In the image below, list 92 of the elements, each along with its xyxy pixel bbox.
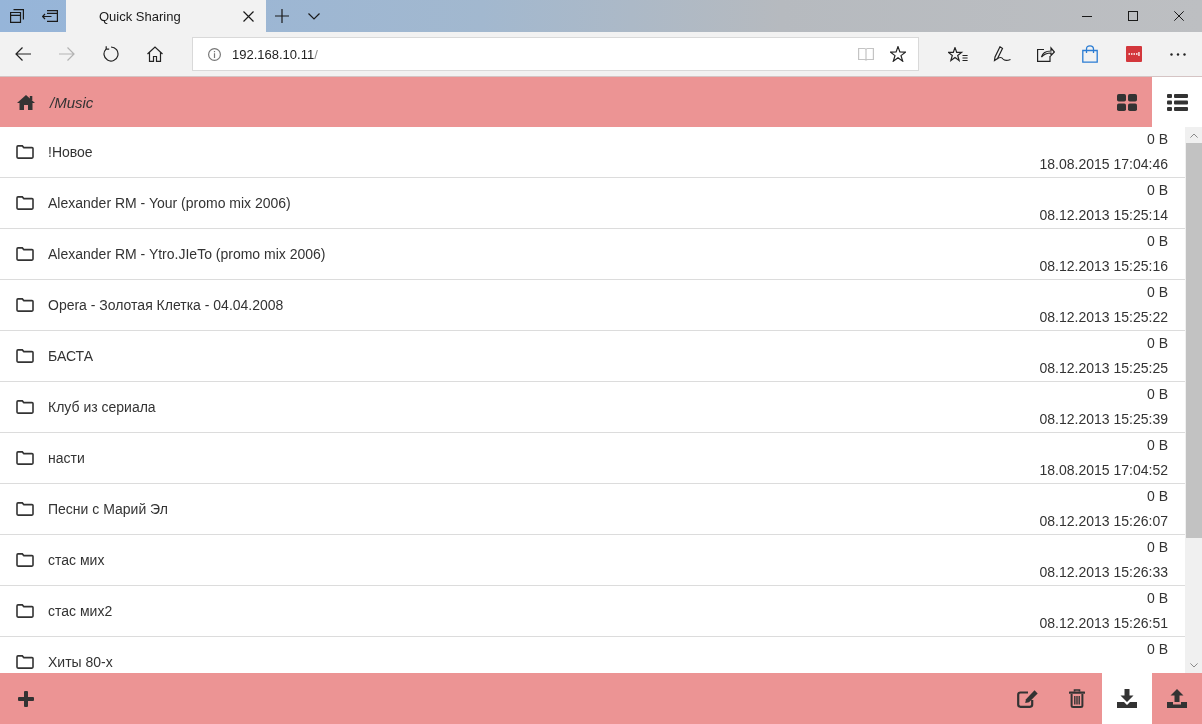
trash-icon xyxy=(1069,689,1085,708)
file-size: 0 B xyxy=(1147,538,1168,557)
folder-icon xyxy=(16,400,34,414)
shopping-bag-icon xyxy=(1082,45,1098,63)
list-view-button[interactable] xyxy=(1152,77,1202,127)
plus-icon xyxy=(275,9,289,23)
folder-row[interactable]: !Новое 0 B 18.08.2015 17:04:46 xyxy=(0,127,1185,178)
chevron-down-icon xyxy=(308,12,320,20)
folder-row[interactable]: Клуб из сериала 0 B 08.12.2013 15:25:39 xyxy=(0,382,1185,433)
book-icon xyxy=(858,47,874,61)
scrollbar[interactable] xyxy=(1185,127,1202,673)
folder-icon xyxy=(16,451,34,465)
scrollbar-thumb[interactable] xyxy=(1185,143,1202,538)
folder-icon xyxy=(16,502,34,516)
folder-name: Клуб из сериала xyxy=(48,399,156,415)
folder-name: Opera - Золотая Клетка - 04.04.2008 xyxy=(48,297,284,313)
info-icon[interactable] xyxy=(208,47,221,61)
folder-icon xyxy=(16,349,34,363)
star-list-icon xyxy=(948,46,968,62)
modified-date: 18.08.2015 17:04:46 xyxy=(1039,155,1168,174)
browser-tab[interactable]: Quick Sharing xyxy=(66,0,266,32)
file-size: 0 B xyxy=(1147,589,1168,608)
folder-name: !Новое xyxy=(48,144,93,160)
home-icon[interactable] xyxy=(17,94,35,110)
folder-name: Alexander RM - Your (promo mix 2006) xyxy=(48,195,291,211)
current-path: /Music xyxy=(50,93,94,111)
close-icon xyxy=(1174,11,1184,21)
folder-icon xyxy=(16,247,34,261)
file-size: 0 B xyxy=(1147,385,1168,404)
modified-date: 08.12.2013 15:26:07 xyxy=(1039,512,1168,531)
folder-icon xyxy=(16,655,34,669)
folder-row[interactable]: Opera - Золотая Клетка - 04.04.2008 0 B 08.12.2013 15:25:22 xyxy=(0,280,1185,331)
folder-name: Песни с Марий Эл xyxy=(48,501,168,517)
home-icon xyxy=(147,46,163,62)
folder-row[interactable]: стас мих 0 B 08.12.2013 15:26:33 xyxy=(0,535,1185,586)
file-size: 0 B xyxy=(1147,130,1168,149)
folder-icon xyxy=(16,145,34,159)
folder-name: Alexander RM - Ytro.JIeTo (promo mix 2006) xyxy=(48,246,326,262)
close-icon[interactable] xyxy=(243,10,254,22)
folder-name: стас мих xyxy=(48,552,105,568)
folder-icon xyxy=(16,298,34,312)
upload-icon xyxy=(1167,689,1187,708)
file-size: 0 B xyxy=(1147,232,1168,251)
refresh-icon xyxy=(103,46,119,62)
modified-date: 08.12.2013 15:25:14 xyxy=(1039,206,1168,225)
minimize-icon xyxy=(1082,15,1092,17)
modified-date: 08.12.2013 15:25:22 xyxy=(1039,308,1168,327)
modified-date: 08.12.2013 15:26:51 xyxy=(1039,614,1168,633)
folder-row[interactable]: Alexander RM - Ytro.JIeTo (promo mix 2006) 0 B 08.12.2013 15:25:16 xyxy=(0,229,1185,280)
pen-icon xyxy=(993,46,1011,62)
edit-icon xyxy=(1016,689,1038,708)
file-size: 0 B xyxy=(1147,640,1168,659)
folder-name: Хиты 80-х xyxy=(48,654,113,670)
file-size: 0 B xyxy=(1147,181,1168,200)
folder-row[interactable]: БАСТА 0 B 08.12.2013 15:25:25 xyxy=(0,331,1185,382)
folder-icon xyxy=(16,553,34,567)
share-icon xyxy=(1037,46,1055,62)
folder-name: БАСТА xyxy=(48,348,93,364)
folder-icon xyxy=(16,196,34,210)
chevron-up-icon xyxy=(1189,133,1198,138)
modified-date: 08.12.2013 15:25:39 xyxy=(1039,410,1168,429)
address-field[interactable]: 192.168.10.11/ xyxy=(192,37,919,71)
folder-name: насти xyxy=(48,450,85,466)
modified-date: 08.12.2013 15:25:25 xyxy=(1039,359,1168,378)
file-size: 0 B xyxy=(1147,334,1168,353)
modified-date: 08.12.2013 15:26:33 xyxy=(1039,563,1168,582)
chevron-down-icon xyxy=(1189,663,1198,668)
maximize-icon xyxy=(1128,11,1138,21)
list-icon xyxy=(1166,93,1188,111)
modified-date: 08.12.2013 15:25:16 xyxy=(1039,257,1168,276)
file-size: 0 B xyxy=(1147,436,1168,455)
tile-icon xyxy=(1126,46,1142,62)
more-icon xyxy=(1170,52,1186,56)
plus-icon xyxy=(18,690,34,707)
arrow-right-icon xyxy=(59,47,75,61)
file-size: 0 B xyxy=(1147,487,1168,506)
tab-arrow-icon xyxy=(41,10,58,22)
folder-row[interactable]: стас мих2 0 B 08.12.2013 15:26:51 xyxy=(0,586,1185,637)
download-button[interactable] xyxy=(1102,673,1152,724)
folder-row[interactable]: Alexander RM - Your (promo mix 2006) 0 B 08.12.2013 15:25:14 xyxy=(0,178,1185,229)
folder-row[interactable]: насти 0 B 18.08.2015 17:04:52 xyxy=(0,433,1185,484)
arrow-left-icon xyxy=(15,47,31,61)
file-size: 0 B xyxy=(1147,283,1168,302)
window-stack-icon xyxy=(9,9,24,23)
star-icon xyxy=(890,46,906,62)
folder-icon xyxy=(16,604,34,618)
folder-row[interactable]: Песни с Марий Эл 0 B 08.12.2013 15:26:07 xyxy=(0,484,1185,535)
url-text: 192.168.10.11/ xyxy=(232,46,318,62)
modified-date: 18.08.2015 17:04:52 xyxy=(1039,461,1168,480)
grid-icon xyxy=(1117,93,1137,111)
download-icon xyxy=(1117,689,1137,708)
folder-name: стас мих2 xyxy=(48,603,113,619)
